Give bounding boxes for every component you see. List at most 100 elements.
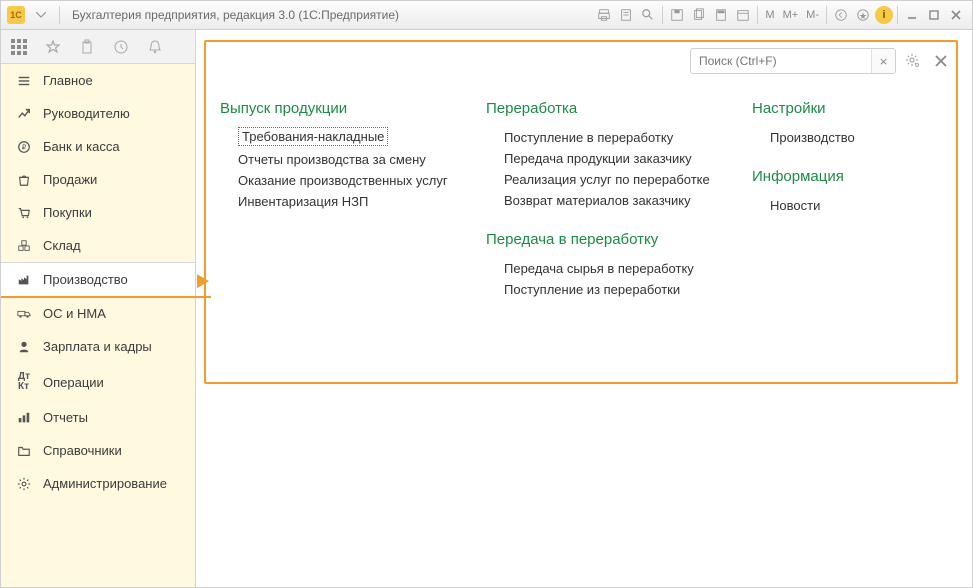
nav-sales[interactable]: Продажи bbox=[1, 163, 195, 196]
calculator-icon[interactable] bbox=[711, 5, 731, 25]
nav-reports[interactable]: Отчеты bbox=[1, 401, 195, 434]
nav-label: Банк и касса bbox=[43, 139, 120, 154]
nav-bank[interactable]: ₽ Банк и касса bbox=[1, 130, 195, 163]
print-preview-icon[interactable] bbox=[616, 5, 636, 25]
bell-icon[interactable] bbox=[143, 35, 167, 59]
close-window-button[interactable] bbox=[946, 5, 966, 25]
nav-label: Производство bbox=[43, 272, 128, 287]
nav-assets[interactable]: ОС и НМА bbox=[1, 297, 195, 330]
app-logo: 1C bbox=[7, 6, 25, 24]
save-icon[interactable] bbox=[667, 5, 687, 25]
debit-credit-icon: ДтКт bbox=[15, 372, 33, 392]
section-transfer-processing: Передача в переработку Передача сырья в … bbox=[486, 231, 716, 300]
link-wip-inventory[interactable]: Инвентаризация НЗП bbox=[238, 191, 368, 212]
nav-label: Администрирование bbox=[43, 476, 167, 491]
link-requirements-invoice[interactable]: Требования-накладные bbox=[238, 127, 388, 146]
link-raw-transfer[interactable]: Передача сырья в переработку bbox=[504, 258, 694, 279]
nav-label: Склад bbox=[43, 238, 81, 253]
info-icon[interactable]: i bbox=[875, 6, 893, 24]
section-columns: Выпуск продукции Требования-накладные От… bbox=[220, 100, 952, 320]
section-title: Настройки bbox=[752, 100, 882, 117]
main-toolbar: × bbox=[220, 48, 952, 74]
sidebar-toolbar bbox=[1, 30, 195, 64]
search-clear-button[interactable]: × bbox=[871, 49, 895, 73]
memory-mminus-button[interactable]: M- bbox=[803, 9, 822, 21]
search-icon[interactable] bbox=[638, 5, 658, 25]
link-news[interactable]: Новости bbox=[770, 195, 820, 216]
workspace: Главное Руководителю ₽ Банк и касса Прод… bbox=[0, 30, 973, 588]
nav-admin[interactable]: Администрирование bbox=[1, 467, 195, 500]
ruble-icon: ₽ bbox=[15, 140, 33, 154]
section-settings: Настройки Производство bbox=[752, 100, 882, 148]
memory-mplus-button[interactable]: M+ bbox=[780, 9, 802, 21]
nav-label: Руководителю bbox=[43, 106, 130, 121]
cart-icon bbox=[15, 206, 33, 220]
search-box: × bbox=[690, 48, 896, 74]
close-panel-button[interactable] bbox=[930, 50, 952, 72]
title-bar: 1C Бухгалтерия предприятия, редакция 3.0… bbox=[0, 0, 973, 30]
factory-icon bbox=[15, 273, 33, 287]
nav-label: Справочники bbox=[43, 443, 122, 458]
chart-up-icon bbox=[15, 107, 33, 121]
bars-icon bbox=[15, 411, 33, 425]
nav-label: Операции bbox=[43, 375, 104, 390]
nav-operations[interactable]: ДтКт Операции bbox=[1, 363, 195, 401]
link-return-materials[interactable]: Возврат материалов заказчику bbox=[504, 190, 691, 211]
link-production-settings[interactable]: Производство bbox=[770, 127, 855, 148]
link-processing-services[interactable]: Реализация услуг по переработке bbox=[504, 169, 710, 190]
section-title: Передача в переработку bbox=[486, 231, 716, 248]
nav-purchases[interactable]: Покупки bbox=[1, 196, 195, 229]
section-title: Информация bbox=[752, 168, 882, 185]
section-info: Информация Новости bbox=[752, 168, 882, 216]
memory-m-button[interactable]: M bbox=[762, 9, 777, 21]
print-icon[interactable] bbox=[594, 5, 614, 25]
maximize-button[interactable] bbox=[924, 5, 944, 25]
section-title: Переработка bbox=[486, 100, 716, 117]
gear-icon bbox=[15, 477, 33, 491]
section-production-output: Выпуск продукции Требования-накладные От… bbox=[220, 100, 450, 212]
nav-list: Главное Руководителю ₽ Банк и касса Прод… bbox=[1, 64, 195, 500]
nav-label: Зарплата и кадры bbox=[43, 339, 152, 354]
link-shift-reports[interactable]: Отчеты производства за смену bbox=[238, 149, 426, 170]
nav-label: Покупки bbox=[43, 205, 92, 220]
link-receipt-from-processing[interactable]: Поступление из переработки bbox=[504, 279, 680, 300]
nav-production[interactable]: Производство bbox=[1, 262, 195, 297]
bag-icon bbox=[15, 173, 33, 187]
apps-grid-icon[interactable] bbox=[7, 35, 31, 59]
nav-label: Отчеты bbox=[43, 410, 88, 425]
nav-manager[interactable]: Руководителю bbox=[1, 97, 195, 130]
link-receipt-processing[interactable]: Поступление в переработку bbox=[504, 127, 673, 148]
boxes-icon bbox=[15, 239, 33, 253]
link-production-services[interactable]: Оказание производственных услуг bbox=[238, 170, 448, 191]
nav-main[interactable]: Главное bbox=[1, 64, 195, 97]
section-title: Выпуск продукции bbox=[220, 100, 450, 117]
clipboard-icon[interactable] bbox=[75, 35, 99, 59]
nav-label: Продажи bbox=[43, 172, 97, 187]
minimize-button[interactable] bbox=[902, 5, 922, 25]
column-3: Настройки Производство Информация Новост… bbox=[752, 100, 882, 236]
nav-warehouse[interactable]: Склад bbox=[1, 229, 195, 262]
section-processing: Переработка Поступление в переработку Пе… bbox=[486, 100, 716, 211]
sidebar: Главное Руководителю ₽ Банк и касса Прод… bbox=[1, 30, 196, 587]
calendar-icon[interactable] bbox=[733, 5, 753, 25]
nav-payroll[interactable]: Зарплата и кадры bbox=[1, 330, 195, 363]
history-icon[interactable] bbox=[109, 35, 133, 59]
person-icon bbox=[15, 340, 33, 354]
truck-icon bbox=[15, 307, 33, 321]
star-icon[interactable] bbox=[41, 35, 65, 59]
main-panel: × Выпуск продукции Требования-накладные … bbox=[196, 30, 972, 587]
nav-directories[interactable]: Справочники bbox=[1, 434, 195, 467]
back-icon[interactable] bbox=[831, 5, 851, 25]
folder-icon bbox=[15, 444, 33, 458]
settings-gear-icon[interactable] bbox=[902, 50, 924, 72]
copy-icon[interactable] bbox=[689, 5, 709, 25]
nav-label: Главное bbox=[43, 73, 93, 88]
search-input[interactable] bbox=[691, 50, 871, 72]
favorites-icon[interactable] bbox=[853, 5, 873, 25]
column-2: Переработка Поступление в переработку Пе… bbox=[486, 100, 716, 320]
column-1: Выпуск продукции Требования-накладные От… bbox=[220, 100, 450, 232]
link-transfer-customer[interactable]: Передача продукции заказчику bbox=[504, 148, 692, 169]
menu-icon bbox=[15, 74, 33, 88]
svg-text:₽: ₽ bbox=[22, 143, 27, 151]
dropdown-icon[interactable] bbox=[31, 5, 51, 25]
